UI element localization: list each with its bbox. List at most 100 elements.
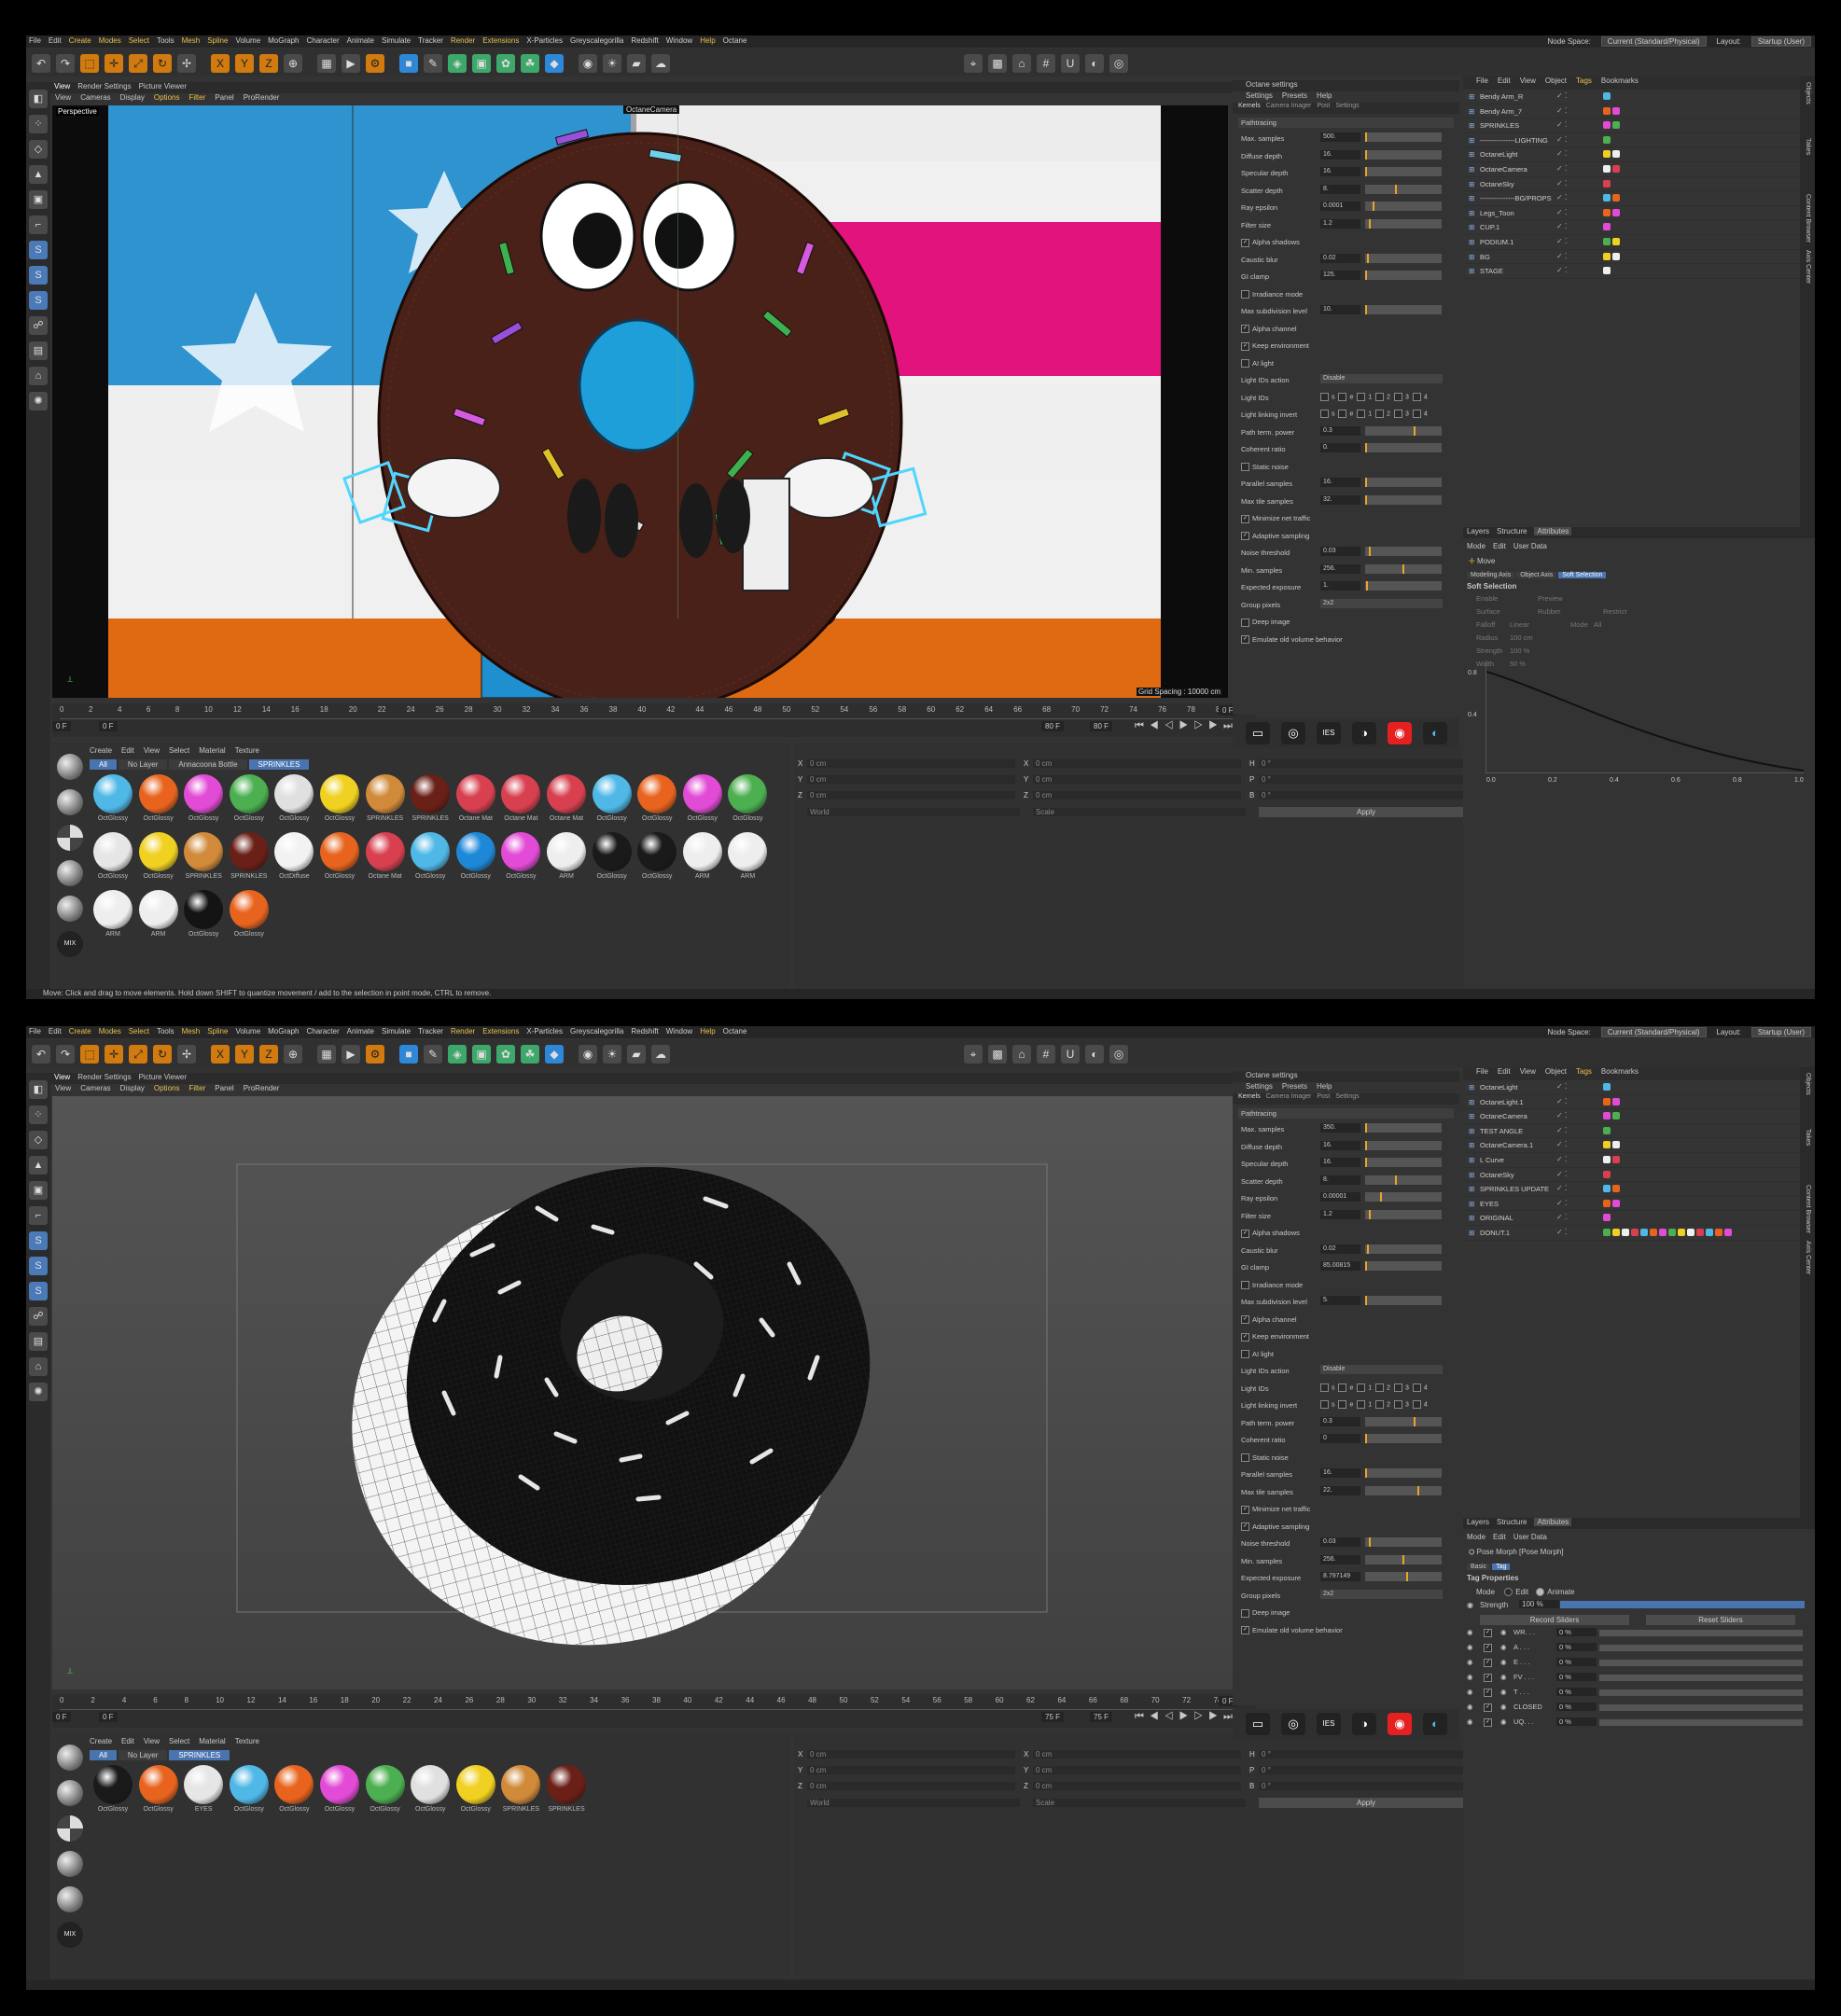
material-tag-icon[interactable] — [1724, 1228, 1732, 1236]
material-tag-icon[interactable] — [1603, 92, 1611, 100]
z-axis-icon[interactable]: Z — [259, 1045, 278, 1064]
setting-value-field[interactable]: 0.0001 — [1320, 202, 1360, 211]
checkbox[interactable]: ✓ — [1241, 635, 1249, 645]
setting-slider[interactable] — [1365, 1572, 1442, 1581]
visibility-dots[interactable]: ✓ ⁚ — [1556, 1213, 1567, 1221]
target-light-icon[interactable]: ◎ — [1281, 1713, 1305, 1735]
menu-character[interactable]: Character — [307, 36, 340, 45]
y-axis-icon[interactable]: Y — [235, 54, 254, 73]
visibility-dots[interactable]: ✓ ⁚ — [1556, 1082, 1567, 1091]
setting-value-field[interactable]: 125. — [1320, 271, 1360, 280]
material-tag-icon[interactable] — [1612, 121, 1620, 130]
setting-checkbox-row[interactable]: ✓ Minimize net traffic — [1241, 514, 1310, 523]
viewport-donut-wireframe[interactable]: ⟂ — [52, 1096, 1256, 1689]
snap-icon[interactable]: ⌖ — [964, 1045, 983, 1064]
object-tags[interactable] — [1603, 1097, 1622, 1107]
octane-menu-settings[interactable]: Settings — [1246, 1082, 1273, 1091]
checkbox[interactable] — [1241, 618, 1249, 627]
menu-octane[interactable]: Octane — [723, 1027, 747, 1036]
setting-value-field[interactable]: 0.02 — [1320, 253, 1360, 263]
setting-value-field[interactable]: 16. — [1320, 1468, 1360, 1478]
morph-keyframe-icon[interactable]: ◉ — [1500, 1717, 1507, 1726]
attr-menu-edit[interactable]: Edit — [1493, 542, 1506, 550]
material-swatch[interactable] — [229, 1765, 269, 1804]
material-tag-icon[interactable] — [1603, 1170, 1611, 1178]
record-sliders-button[interactable]: Record Sliders — [1480, 1615, 1629, 1626]
morph-keyframe-icon[interactable]: ◉ — [1500, 1643, 1507, 1651]
magnet-icon[interactable]: U — [1061, 1045, 1080, 1064]
material-swatch[interactable] — [229, 890, 269, 929]
setting-slider[interactable] — [1365, 494, 1442, 505]
menu-spline[interactable]: Spline — [207, 36, 228, 45]
menu-mograph[interactable]: MoGraph — [268, 36, 299, 45]
keyframe-icon[interactable]: ◉ — [1467, 1628, 1473, 1636]
menu-spline[interactable]: Spline — [207, 1027, 228, 1036]
render-settings-icon[interactable]: ⚙ — [366, 1045, 384, 1064]
apply-button[interactable]: Apply — [1259, 807, 1473, 817]
menu-extensions[interactable]: Extensions — [482, 36, 519, 45]
material-menu-material[interactable]: Material — [199, 1737, 225, 1745]
coord-scale-dropdown[interactable]: Scale — [1033, 1799, 1246, 1807]
object-name[interactable]: OctaneLight.1 — [1480, 1098, 1524, 1106]
side-tab-takes[interactable]: Takes — [1805, 138, 1811, 155]
setting-checkbox-row[interactable]: ✓ Minimize net traffic — [1241, 1505, 1310, 1514]
setting-dropdown[interactable]: 2x2 — [1320, 1589, 1443, 1599]
object-tags[interactable] — [1603, 1185, 1622, 1194]
morph-enable-checkbox[interactable]: ✓ — [1484, 1629, 1492, 1638]
setting-value-field[interactable]: 16. — [1320, 1140, 1360, 1150]
object-menu-object[interactable]: Object — [1545, 1067, 1567, 1076]
solo-icon[interactable]: S — [29, 1231, 48, 1250]
material-swatch[interactable] — [138, 832, 178, 871]
material-tag-icon[interactable] — [1631, 1228, 1639, 1236]
spot-light-icon[interactable]: ◑ — [1352, 722, 1376, 744]
object-menu-view[interactable]: View — [1520, 76, 1536, 85]
menu-volume[interactable]: Volume — [235, 36, 260, 45]
morph-value-field[interactable]: 0 % — [1556, 1703, 1597, 1712]
menu-tools[interactable]: Tools — [157, 36, 174, 45]
object-name[interactable]: ---------------LIGHTING — [1480, 136, 1548, 145]
menu-mesh[interactable]: Mesh — [182, 1027, 201, 1036]
checkbox[interactable]: ✓ — [1241, 1332, 1249, 1342]
morph-keyframe-icon[interactable]: ◉ — [1500, 1703, 1507, 1711]
soft-selection-field[interactable]: 100 % — [1510, 647, 1529, 655]
setting-checkbox-row[interactable]: Deep image — [1241, 618, 1290, 627]
snap-icon[interactable]: ⌖ — [964, 54, 983, 73]
object-mode-icon[interactable]: ▣ — [29, 190, 48, 209]
light-icon[interactable]: ☀ — [603, 54, 621, 73]
move-icon[interactable]: ✛ — [105, 1045, 123, 1064]
frame-start-2[interactable]: 0 F — [99, 721, 118, 731]
object-row[interactable]: ⊞ SPRINKLES UPDATE ✓ ⁚ — [1463, 1182, 1815, 1197]
model-mode-icon[interactable]: ◧ — [29, 90, 48, 108]
coord-x-position-field[interactable]: 0 cm — [807, 759, 1015, 768]
checkbox[interactable]: ✓ — [1241, 1522, 1249, 1532]
object-menu-tags[interactable]: Tags — [1576, 1067, 1592, 1076]
object-row[interactable]: ⊞ OctaneCamera ✓ ⁚ — [1463, 1109, 1815, 1124]
menu-tools[interactable]: Tools — [157, 1027, 174, 1036]
checkbox[interactable]: ✓ — [1241, 514, 1249, 523]
setting-slider[interactable] — [1365, 563, 1442, 574]
material-swatch[interactable] — [365, 832, 405, 871]
object-menu-bookmarks[interactable]: Bookmarks — [1601, 76, 1639, 85]
object-tags[interactable] — [1603, 1126, 1612, 1136]
setting-checkbox-row[interactable]: AI light — [1241, 359, 1274, 368]
object-name[interactable]: STAGE — [1480, 267, 1503, 275]
setting-slider[interactable] — [1365, 1554, 1442, 1564]
octane-icon[interactable]: ◎ — [1109, 54, 1128, 73]
keyframe-icon[interactable]: ◉ — [1467, 1658, 1473, 1666]
playback-controls[interactable]: ⏮◀◁▶▷▶⏭ — [1135, 1711, 1238, 1723]
visibility-dots[interactable]: ✓ ⁚ — [1556, 1170, 1567, 1178]
setting-value-field[interactable]: 0.03 — [1320, 547, 1360, 556]
object-name[interactable]: Legs_Toon — [1480, 209, 1514, 217]
frame-start[interactable]: 0 F — [52, 1712, 71, 1722]
area-light-icon[interactable]: ▭ — [1246, 1713, 1270, 1735]
setting-slider[interactable] — [1365, 1140, 1442, 1150]
object-name[interactable]: OctaneCamera.1 — [1480, 1141, 1533, 1149]
morph-enable-checkbox[interactable]: ✓ — [1484, 1718, 1492, 1728]
material-tag-icon[interactable] — [1668, 1228, 1676, 1236]
material-tag-icon[interactable] — [1659, 1228, 1667, 1236]
magnet-icon[interactable]: U — [1061, 54, 1080, 73]
transform-icon[interactable]: ✢ — [177, 54, 196, 73]
menu-modes[interactable]: Modes — [99, 36, 121, 45]
viewport-tab-picture-viewer[interactable]: Picture Viewer — [139, 82, 187, 90]
viewport-menu-view[interactable]: View — [55, 93, 71, 102]
